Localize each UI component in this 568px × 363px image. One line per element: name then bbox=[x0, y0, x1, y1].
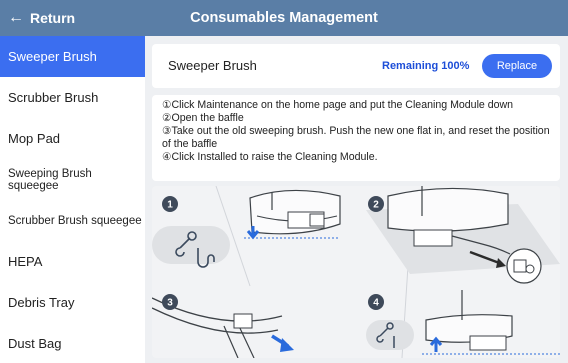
sidebar-item-hepa[interactable]: HEPA bbox=[0, 241, 145, 282]
instruction-step: ④Click Installed to raise the Cleaning M… bbox=[162, 151, 378, 163]
step-badge-4: 4 bbox=[368, 294, 384, 310]
instruction-step: ①Click Maintenance on the home page and … bbox=[162, 99, 514, 111]
sidebar: Sweeper Brush Scrubber Brush Mop Pad Swe… bbox=[0, 36, 145, 363]
step-badge-3: 3 bbox=[162, 294, 178, 310]
top-bar: ← Return Consumables Management bbox=[0, 0, 568, 36]
consumable-name: Sweeper Brush bbox=[168, 58, 257, 73]
illustration-panel: 1 2 3 4 bbox=[152, 186, 560, 358]
return-label: Return bbox=[30, 10, 76, 26]
instruction-step: ③Take out the old sweeping brush. Push t… bbox=[162, 125, 550, 150]
consumable-status-card: Sweeper Brush Remaining 100% Replace bbox=[152, 44, 560, 88]
svg-text:3: 3 bbox=[167, 298, 173, 309]
sidebar-item-debris-tray[interactable]: Debris Tray bbox=[0, 282, 145, 323]
step-4-panel bbox=[366, 290, 560, 355]
instruction-step: ②Open the baffle bbox=[162, 112, 244, 124]
page-title: Consumables Management bbox=[190, 10, 378, 26]
step-1-panel bbox=[152, 189, 341, 268]
sidebar-item-sweeping-brush-squeegee[interactable]: Sweeping Brush squeegee bbox=[0, 159, 145, 200]
instructions-card: ①Click Maintenance on the home page and … bbox=[152, 95, 560, 181]
arrow-left-icon: ← bbox=[8, 9, 24, 26]
step-badge-2: 2 bbox=[368, 196, 384, 212]
arrow-up-icon bbox=[429, 336, 443, 352]
replacement-illustration: 1 2 3 4 bbox=[152, 186, 560, 358]
sidebar-item-scrubber-brush[interactable]: Scrubber Brush bbox=[0, 77, 145, 118]
sidebar-item-dust-bag[interactable]: Dust Bag bbox=[0, 323, 145, 363]
svg-text:2: 2 bbox=[373, 200, 379, 211]
step-2-panel bbox=[366, 186, 560, 284]
svg-text:4: 4 bbox=[373, 298, 379, 309]
return-button[interactable]: ← Return bbox=[8, 0, 75, 36]
sidebar-item-mop-pad[interactable]: Mop Pad bbox=[0, 118, 145, 159]
replace-button[interactable]: Replace bbox=[482, 54, 552, 78]
brush-detail-icon bbox=[506, 248, 542, 284]
step-badge-1: 1 bbox=[162, 196, 178, 212]
sidebar-item-sweeper-brush[interactable]: Sweeper Brush bbox=[0, 36, 145, 77]
svg-text:1: 1 bbox=[167, 200, 173, 211]
sidebar-item-scrubber-brush-squeegee[interactable]: Scrubber Brush squeegee bbox=[0, 200, 145, 241]
remaining-status: Remaining 100% bbox=[382, 60, 470, 72]
